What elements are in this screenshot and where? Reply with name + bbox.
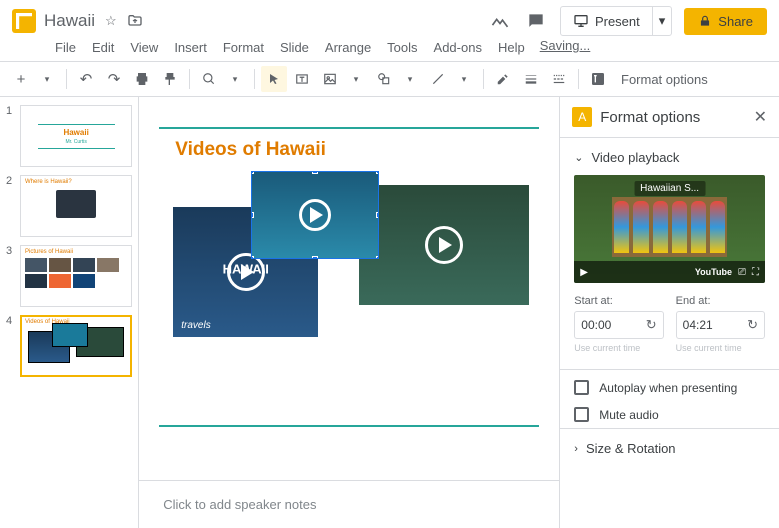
shape-tool[interactable] (371, 66, 397, 92)
end-label: End at: (676, 295, 765, 307)
chevron-down-icon: ⌄ (574, 151, 583, 164)
menu-tools[interactable]: Tools (380, 38, 424, 57)
border-weight-button[interactable] (518, 66, 544, 92)
new-slide-dropdown[interactable]: ▾ (34, 66, 60, 92)
thumb-number: 2 (6, 175, 16, 237)
paint-format-button[interactable] (157, 66, 183, 92)
activity-icon[interactable] (488, 9, 512, 33)
video-selected[interactable] (251, 171, 379, 259)
video-playback-section[interactable]: ⌄ Video playback (574, 150, 765, 165)
border-dash-button[interactable] (546, 66, 572, 92)
menu-insert[interactable]: Insert (167, 38, 214, 57)
new-slide-button[interactable]: + (8, 66, 34, 92)
start-hint: Use current time (574, 343, 663, 353)
format-options-label[interactable]: Format options (613, 72, 716, 87)
preview-theater-icon[interactable]: ⎚ (738, 267, 746, 278)
present-button[interactable]: Present (561, 13, 652, 29)
saving-status: Saving... (540, 38, 591, 57)
thumbnail-3[interactable]: Pictures of Hawaii (20, 245, 132, 307)
comments-icon[interactable] (524, 9, 548, 33)
textbox-tool[interactable] (289, 66, 315, 92)
thumbnail-4[interactable]: Videos of Hawaii (20, 315, 132, 377)
speaker-notes[interactable]: Click to add speaker notes (139, 480, 559, 528)
format-panel-icon: A (572, 107, 592, 127)
menu-edit[interactable]: Edit (85, 38, 121, 57)
menu-help[interactable]: Help (491, 38, 532, 57)
star-icon[interactable]: ☆ (105, 13, 117, 29)
shape-dropdown[interactable]: ▾ (397, 66, 423, 92)
end-hint: Use current time (676, 343, 765, 353)
video-preview[interactable]: Hawaiian S... ▶ YouTube ⎚ ⛶ (574, 175, 765, 283)
menu-addons[interactable]: Add-ons (427, 38, 489, 57)
redo-button[interactable]: ↷ (101, 66, 127, 92)
zoom-dropdown[interactable]: ▾ (222, 66, 248, 92)
menu-arrange[interactable]: Arrange (318, 38, 378, 57)
slide-canvas[interactable]: Videos of Hawaii HAWAII travels (159, 127, 539, 427)
line-dropdown[interactable]: ▾ (451, 66, 477, 92)
format-options-panel: A Format options ✕ ⌄ Video playback Hawa… (559, 97, 779, 528)
select-tool[interactable] (261, 66, 287, 92)
play-icon (299, 199, 331, 231)
menu-view[interactable]: View (123, 38, 165, 57)
mute-checkbox-row[interactable]: Mute audio (560, 401, 779, 428)
menu-file[interactable]: File (48, 38, 83, 57)
start-time-input[interactable]: 00:00 ↻ (574, 311, 663, 339)
chevron-right-icon: › (574, 443, 578, 455)
print-button[interactable] (129, 66, 155, 92)
size-rotation-section[interactable]: › Size & Rotation (560, 428, 779, 468)
image-dropdown[interactable]: ▾ (343, 66, 369, 92)
thumb-number: 1 (6, 105, 16, 167)
doc-title[interactable]: Hawaii (44, 11, 95, 31)
folder-icon[interactable] (127, 13, 143, 29)
line-tool[interactable] (425, 66, 451, 92)
undo-button[interactable]: ↶ (73, 66, 99, 92)
thumbnail-1[interactable]: Hawaii Mr. Curtis (20, 105, 132, 167)
share-button[interactable]: Share (684, 8, 767, 35)
border-color-button[interactable] (490, 66, 516, 92)
menu-format[interactable]: Format (216, 38, 271, 57)
menu-slide[interactable]: Slide (273, 38, 316, 57)
thumbnail-2[interactable]: Where is Hawaii? (20, 175, 132, 237)
image-tool[interactable] (317, 66, 343, 92)
refresh-icon[interactable]: ↻ (646, 317, 657, 333)
checkbox-icon (574, 407, 589, 422)
slide-title[interactable]: Videos of Hawaii (175, 139, 326, 161)
thumb-number: 4 (6, 315, 16, 377)
start-label: Start at: (574, 295, 663, 307)
play-icon (425, 226, 463, 264)
preview-play-icon[interactable]: ▶ (580, 267, 588, 278)
slide-thumbnails: 1 Hawaii Mr. Curtis 2 Where is Hawaii? 3… (0, 97, 139, 528)
end-time-input[interactable]: 04:21 ↻ (676, 311, 765, 339)
format-options-icon[interactable] (585, 66, 611, 92)
preview-fullscreen-icon[interactable]: ⛶ (752, 267, 759, 278)
panel-title: Format options (600, 109, 745, 126)
zoom-button[interactable] (196, 66, 222, 92)
refresh-icon[interactable]: ↻ (747, 317, 758, 333)
close-icon[interactable]: ✕ (754, 107, 767, 127)
thumb-number: 3 (6, 245, 16, 307)
slides-logo (12, 9, 36, 33)
autoplay-checkbox-row[interactable]: Autoplay when presenting (560, 374, 779, 401)
checkbox-icon (574, 380, 589, 395)
video-2[interactable] (359, 185, 529, 305)
present-dropdown[interactable]: ▾ (652, 7, 672, 35)
youtube-label: YouTube (695, 267, 732, 277)
